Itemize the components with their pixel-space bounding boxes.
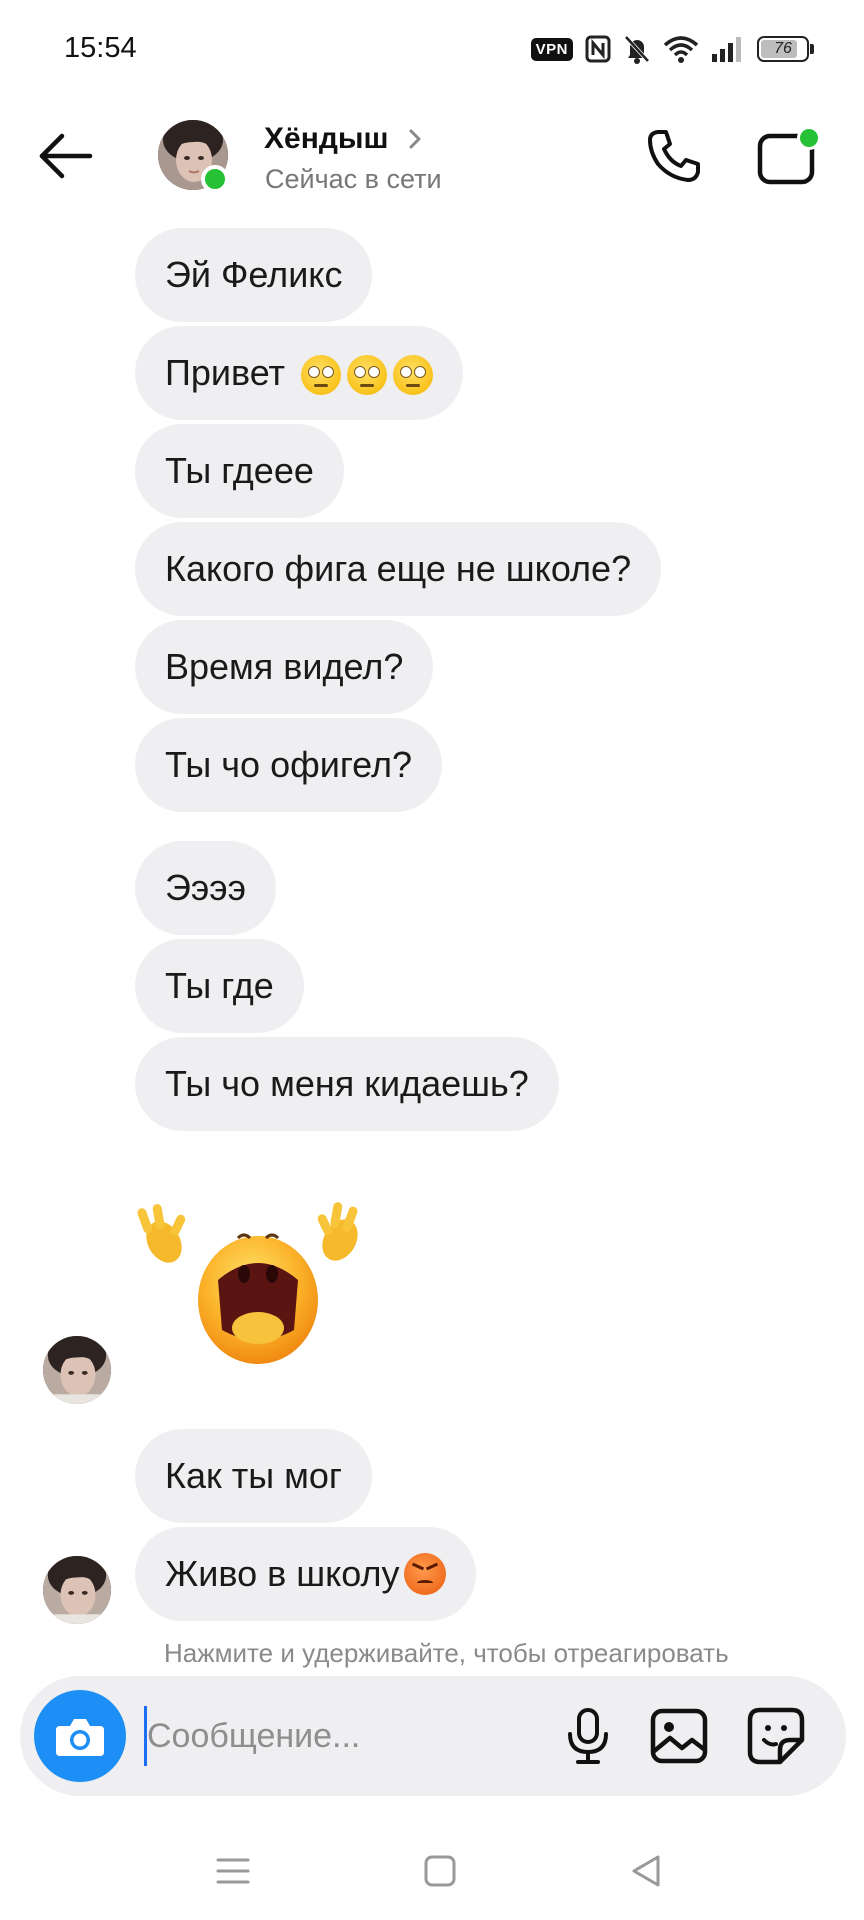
message-text: Ты гдеее bbox=[165, 450, 314, 491]
online-indicator bbox=[201, 165, 229, 193]
contact-name-link[interactable]: Хёндыш bbox=[264, 122, 422, 156]
message-bubble[interactable]: Какого фига еще не школе? bbox=[135, 522, 662, 616]
battery-level: 76 bbox=[774, 40, 792, 57]
message-bubble[interactable]: Привет bbox=[135, 326, 464, 420]
camera-icon bbox=[56, 1719, 104, 1756]
message-text: Ты где bbox=[165, 965, 274, 1006]
battery-icon: 76 bbox=[757, 36, 814, 62]
message-bubble[interactable]: Ты чо меня кидаешь? bbox=[135, 1037, 559, 1131]
message-bubble[interactable]: Живо в школу bbox=[135, 1527, 476, 1621]
signal-icon bbox=[712, 37, 741, 62]
rolling-eyes-emoji bbox=[295, 351, 434, 395]
message-text: Живо в школу bbox=[165, 1553, 400, 1594]
sticker-icon[interactable] bbox=[746, 1706, 806, 1766]
right-hand-icon bbox=[317, 1202, 358, 1261]
message-text: Ты чо меня кидаешь? bbox=[165, 1063, 529, 1104]
contact-status: Сейчас в сети bbox=[265, 164, 442, 194]
microphone-icon[interactable] bbox=[558, 1706, 618, 1766]
system-nav-bar bbox=[0, 1820, 864, 1920]
phone-icon[interactable] bbox=[644, 126, 704, 186]
vpn-icon: VPN bbox=[530, 37, 573, 61]
message-text: Ты чо офигел? bbox=[165, 744, 413, 785]
message-text: Ээээ bbox=[165, 867, 246, 908]
wifi-icon bbox=[663, 36, 699, 63]
reaction-hint: Нажмите и удерживайте, чтобы отреагирова… bbox=[164, 1638, 729, 1668]
contact-name: Хёндыш bbox=[264, 122, 389, 155]
message-composer bbox=[20, 1676, 846, 1796]
muted-bell-icon bbox=[624, 35, 650, 64]
message-text: Время видел? bbox=[165, 646, 404, 687]
message-text: Эй Феликс bbox=[165, 254, 343, 295]
left-hand-icon bbox=[137, 1204, 186, 1263]
home-icon[interactable] bbox=[415, 1846, 465, 1896]
gallery-icon[interactable] bbox=[648, 1706, 710, 1766]
crying-emoji-sticker[interactable] bbox=[134, 1200, 374, 1370]
message-bubble[interactable]: Ээээ bbox=[135, 841, 276, 935]
message-text: Какого фига еще не школе? bbox=[165, 548, 632, 589]
status-icons: VPN 76 bbox=[530, 34, 814, 64]
chevron-right-icon bbox=[409, 129, 421, 149]
menu-icon[interactable] bbox=[208, 1846, 258, 1896]
dm-chat-screen: 15:54 VPN 76 Хёндыш Сейчас в сети Эй Фел… bbox=[0, 0, 864, 1920]
message-bubble[interactable]: Эй Феликс bbox=[135, 228, 373, 322]
contact-avatar-small[interactable] bbox=[43, 1556, 111, 1624]
nfc-icon bbox=[585, 35, 611, 63]
message-bubble[interactable]: Ты чо офигел? bbox=[135, 718, 443, 812]
message-bubble[interactable]: Ты где bbox=[135, 939, 304, 1033]
message-bubble[interactable]: Время видел? bbox=[135, 620, 434, 714]
message-text: Привет bbox=[165, 352, 286, 393]
message-input[interactable] bbox=[144, 1706, 544, 1766]
video-call-icon[interactable] bbox=[756, 126, 822, 188]
chat-header: Хёндыш Сейчас в сети bbox=[0, 108, 864, 208]
status-time: 15:54 bbox=[64, 32, 137, 64]
message-bubble[interactable]: Как ты мог bbox=[135, 1429, 373, 1523]
message-bubble[interactable]: Ты гдеее bbox=[135, 424, 344, 518]
back-icon[interactable] bbox=[622, 1846, 672, 1896]
status-bar: 15:54 VPN 76 bbox=[0, 0, 864, 100]
angry-face-emoji bbox=[403, 1553, 446, 1595]
contact-avatar-small[interactable] bbox=[43, 1336, 111, 1404]
message-text: Как ты мог bbox=[165, 1455, 343, 1496]
camera-button[interactable] bbox=[34, 1690, 126, 1782]
back-arrow-icon[interactable] bbox=[38, 132, 94, 180]
